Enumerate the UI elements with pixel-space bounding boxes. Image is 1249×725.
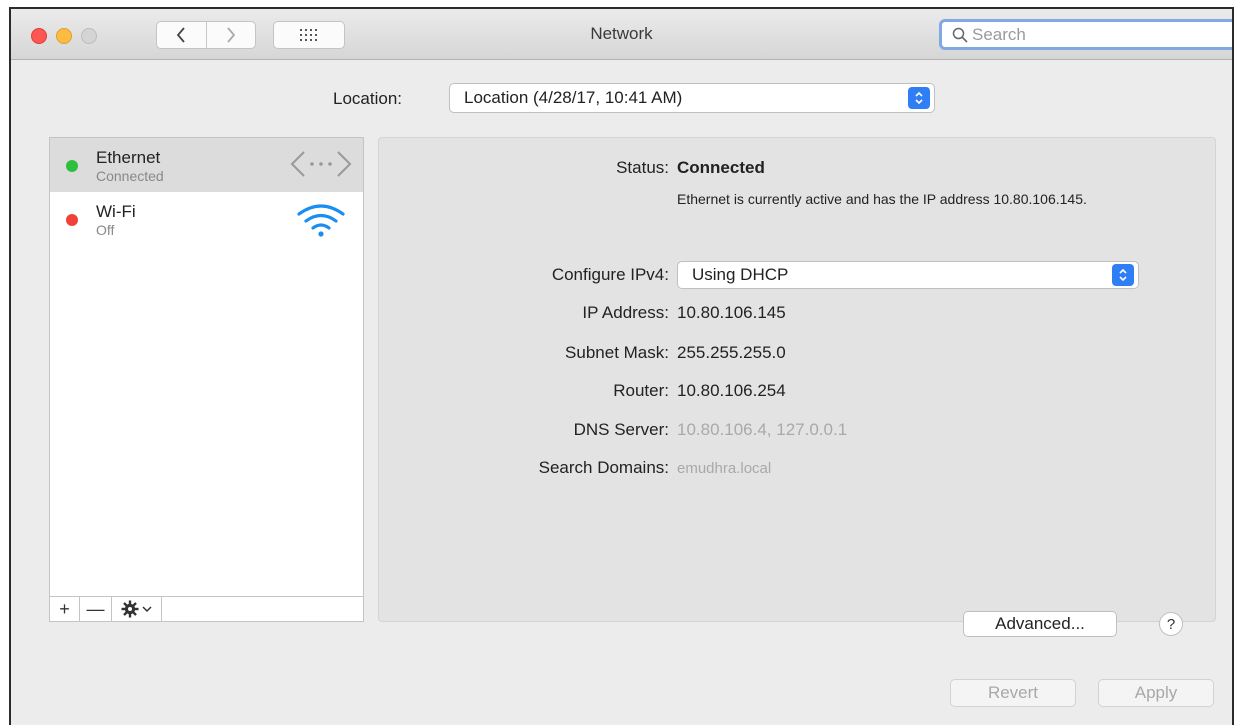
wifi-icon xyxy=(297,204,345,237)
service-item-wifi[interactable]: Wi-Fi Off xyxy=(50,192,363,246)
gear-icon xyxy=(121,600,139,618)
service-name: Ethernet xyxy=(96,148,161,167)
location-select[interactable]: Location (4/28/17, 10:41 AM) xyxy=(449,83,935,113)
service-item-ethernet[interactable]: Ethernet Connected xyxy=(50,138,363,192)
location-label: Location: xyxy=(333,89,402,108)
service-name: Wi-Fi xyxy=(96,202,136,221)
ethernet-icon xyxy=(290,151,352,177)
service-state: Connected xyxy=(96,168,164,184)
location-stepper[interactable] xyxy=(908,87,930,109)
search-domains-label: Search Domains: xyxy=(538,458,669,477)
configure-ipv4-stepper[interactable] xyxy=(1112,264,1134,286)
configure-ipv4-label: Configure IPv4: xyxy=(551,265,669,284)
help-button[interactable]: ? xyxy=(1159,612,1183,636)
revert-button[interactable]: Revert xyxy=(950,679,1076,707)
configure-ipv4-select[interactable]: Using DHCP xyxy=(677,261,1139,289)
search-placeholder: Search xyxy=(972,24,1026,44)
service-state: Off xyxy=(96,222,115,238)
search-domains-value[interactable]: emudhra.local xyxy=(677,460,771,477)
up-down-arrows-icon xyxy=(1119,268,1127,282)
search-field[interactable]: Search xyxy=(939,19,1232,50)
advanced-button[interactable]: Advanced... xyxy=(963,611,1117,637)
ip-address-value: 10.80.106.145 xyxy=(677,303,786,322)
remove-service-button[interactable]: — xyxy=(80,597,112,621)
router-label: Router: xyxy=(613,381,669,400)
dns-server-label: DNS Server: xyxy=(573,420,669,439)
status-description: Ethernet is currently active and has the… xyxy=(677,191,1087,207)
title-bar: Network Search xyxy=(11,9,1232,60)
service-list-controls: + — xyxy=(50,596,363,621)
location-value: Location (4/28/17, 10:41 AM) xyxy=(464,88,683,107)
status-value: Connected xyxy=(677,158,765,177)
subnet-mask-value: 255.255.255.0 xyxy=(677,343,786,362)
search-icon xyxy=(952,27,968,43)
status-label: Status: xyxy=(616,158,669,177)
action-menu-button[interactable] xyxy=(112,597,162,621)
service-list: Ethernet Connected Wi-Fi Off + — xyxy=(49,137,364,622)
ip-address-label: IP Address: xyxy=(582,303,669,322)
network-preferences-window: Network Search Location: Location (4/28/… xyxy=(9,7,1234,725)
add-service-button[interactable]: + xyxy=(50,597,80,621)
router-value: 10.80.106.254 xyxy=(677,381,786,400)
subnet-mask-label: Subnet Mask: xyxy=(565,343,669,362)
configure-ipv4-value: Using DHCP xyxy=(692,265,789,284)
apply-button[interactable]: Apply xyxy=(1098,679,1214,707)
status-dot-green xyxy=(66,160,78,172)
status-dot-red xyxy=(66,214,78,226)
up-down-arrows-icon xyxy=(915,91,923,105)
chevron-down-icon xyxy=(142,606,152,613)
service-details-panel: Status: Connected Ethernet is currently … xyxy=(378,137,1216,637)
dns-server-value[interactable]: 10.80.106.4, 127.0.0.1 xyxy=(677,420,847,440)
